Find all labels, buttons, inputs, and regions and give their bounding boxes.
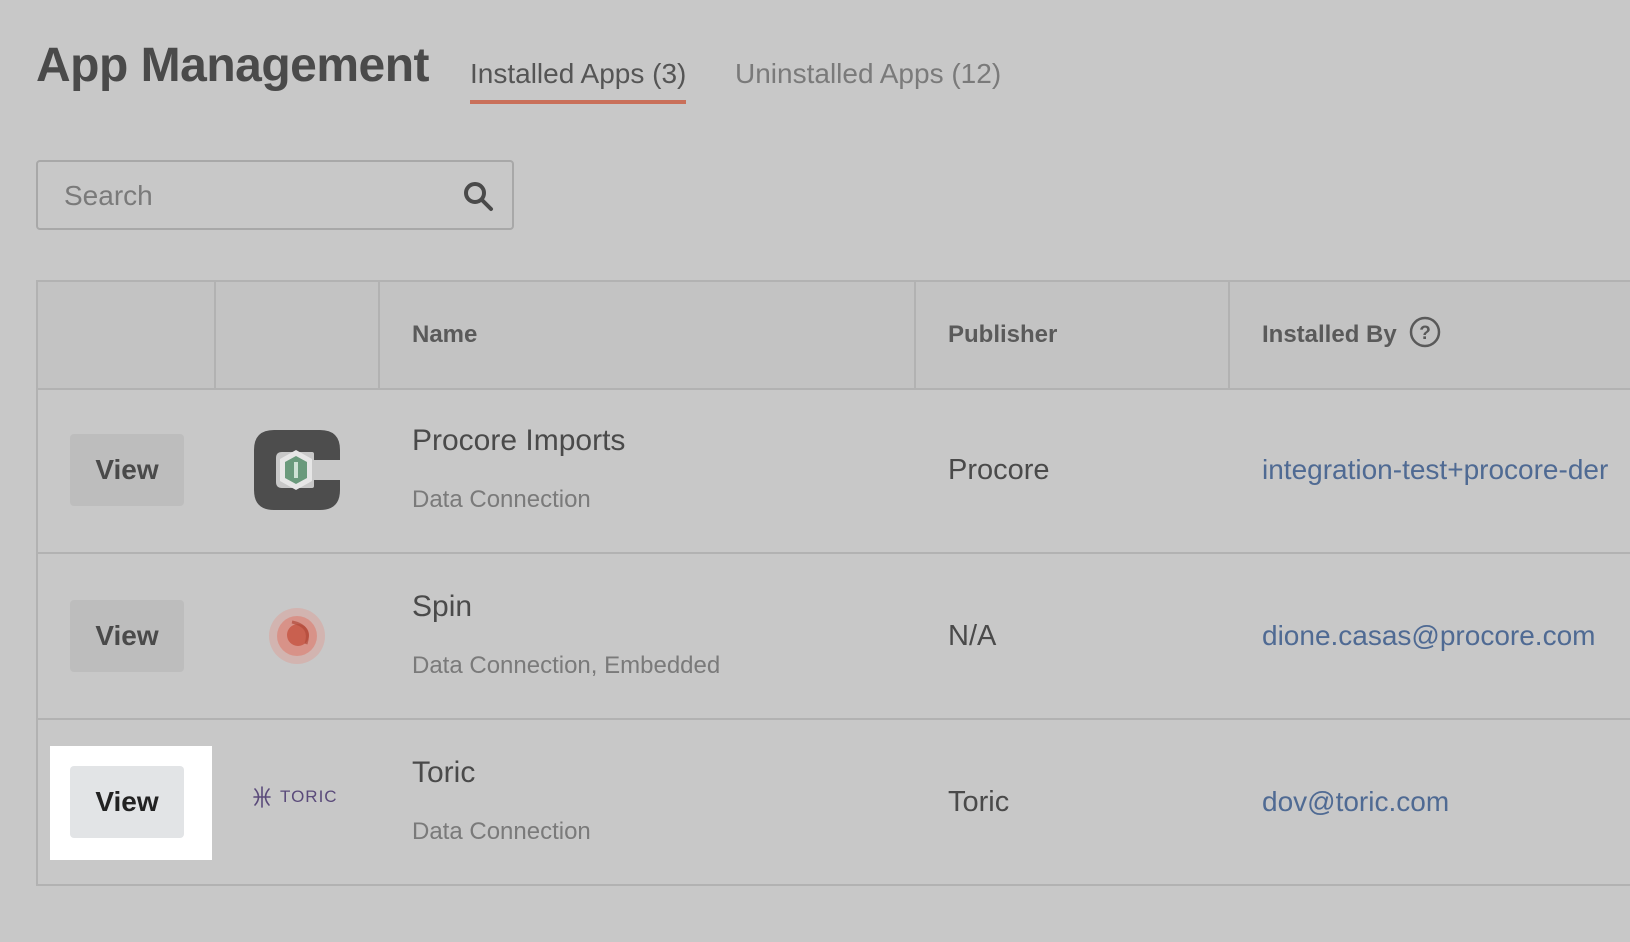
apps-table: Name Publisher Installed By ? View Proco… <box>36 280 1630 886</box>
column-divider <box>378 282 380 388</box>
table-row: View TORIC Toric Data Connection Toric d… <box>38 720 1630 884</box>
column-divider <box>914 282 916 388</box>
view-button-procore-imports[interactable]: View <box>70 434 184 506</box>
app-type: Data Connection <box>412 486 591 513</box>
app-name[interactable]: Spin <box>412 590 472 624</box>
app-type: Data Connection <box>412 818 591 845</box>
column-header-installed-by-label[interactable]: Installed By <box>1262 321 1397 348</box>
column-header-name[interactable]: Name <box>412 282 477 388</box>
column-divider <box>214 282 216 388</box>
toric-logo-text: TORIC <box>280 787 338 806</box>
spin-logo <box>269 608 325 664</box>
toric-logo: TORIC <box>252 786 338 808</box>
table-row: View Spin Data Connection, Embedded N/A … <box>38 554 1630 720</box>
app-publisher: Toric <box>948 786 1010 818</box>
table-row: View Procore Imports Data Connection Pro… <box>38 388 1630 554</box>
app-publisher: Procore <box>948 454 1050 486</box>
installed-by-link[interactable]: integration-test+procore-der <box>1262 454 1608 486</box>
app-name[interactable]: Procore Imports <box>412 424 625 458</box>
column-header-installed-by: Installed By ? <box>1262 282 1441 388</box>
search-box <box>36 160 514 230</box>
tab-installed-apps[interactable]: Installed Apps (3) <box>470 58 687 104</box>
procore-imports-logo <box>254 430 340 510</box>
column-header-publisher[interactable]: Publisher <box>948 282 1057 388</box>
search-input[interactable] <box>62 162 466 230</box>
help-icon[interactable]: ? <box>1409 316 1441 348</box>
app-name[interactable]: Toric <box>412 756 475 790</box>
app-publisher: N/A <box>948 620 997 652</box>
tab-uninstalled-apps[interactable]: Uninstalled Apps (12) <box>735 58 1001 90</box>
view-button-toric[interactable]: View <box>70 766 184 838</box>
table-header: Name Publisher Installed By ? <box>38 282 1630 390</box>
page-title: App Management <box>36 39 430 92</box>
app-type: Data Connection, Embedded <box>412 652 721 679</box>
view-button-spin[interactable]: View <box>70 600 184 672</box>
installed-by-link[interactable]: dov@toric.com <box>1262 786 1449 818</box>
search-icon[interactable] <box>462 180 494 212</box>
focus-highlight: View <box>50 746 212 860</box>
installed-by-link[interactable]: dione.casas@procore.com <box>1262 620 1595 652</box>
svg-text:?: ? <box>1420 323 1432 344</box>
toric-mark-icon <box>253 786 271 808</box>
column-divider <box>1228 282 1230 388</box>
